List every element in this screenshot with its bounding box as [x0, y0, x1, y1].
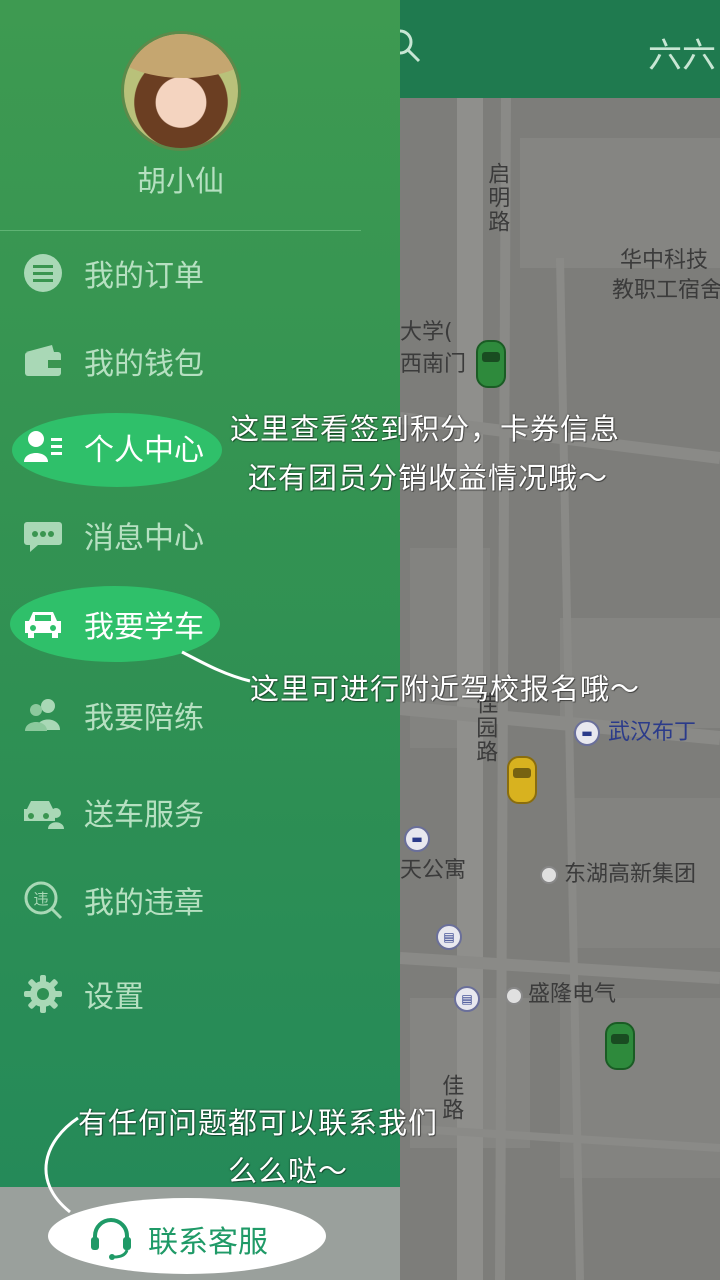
annotation-contact-line2: 么么哒～	[228, 1154, 349, 1188]
annotation-profile-line2: 还有团员分销收益情况哦～	[248, 461, 609, 495]
annotation-learn-car: 这里可进行附近驾校报名哦～	[250, 672, 641, 706]
annotation-contact-line1: 有任何问题都可以联系我们	[78, 1106, 439, 1140]
annotation-profile-line1: 这里查看签到积分，卡券信息	[230, 412, 621, 446]
annotation-curves	[44, 650, 251, 1214]
